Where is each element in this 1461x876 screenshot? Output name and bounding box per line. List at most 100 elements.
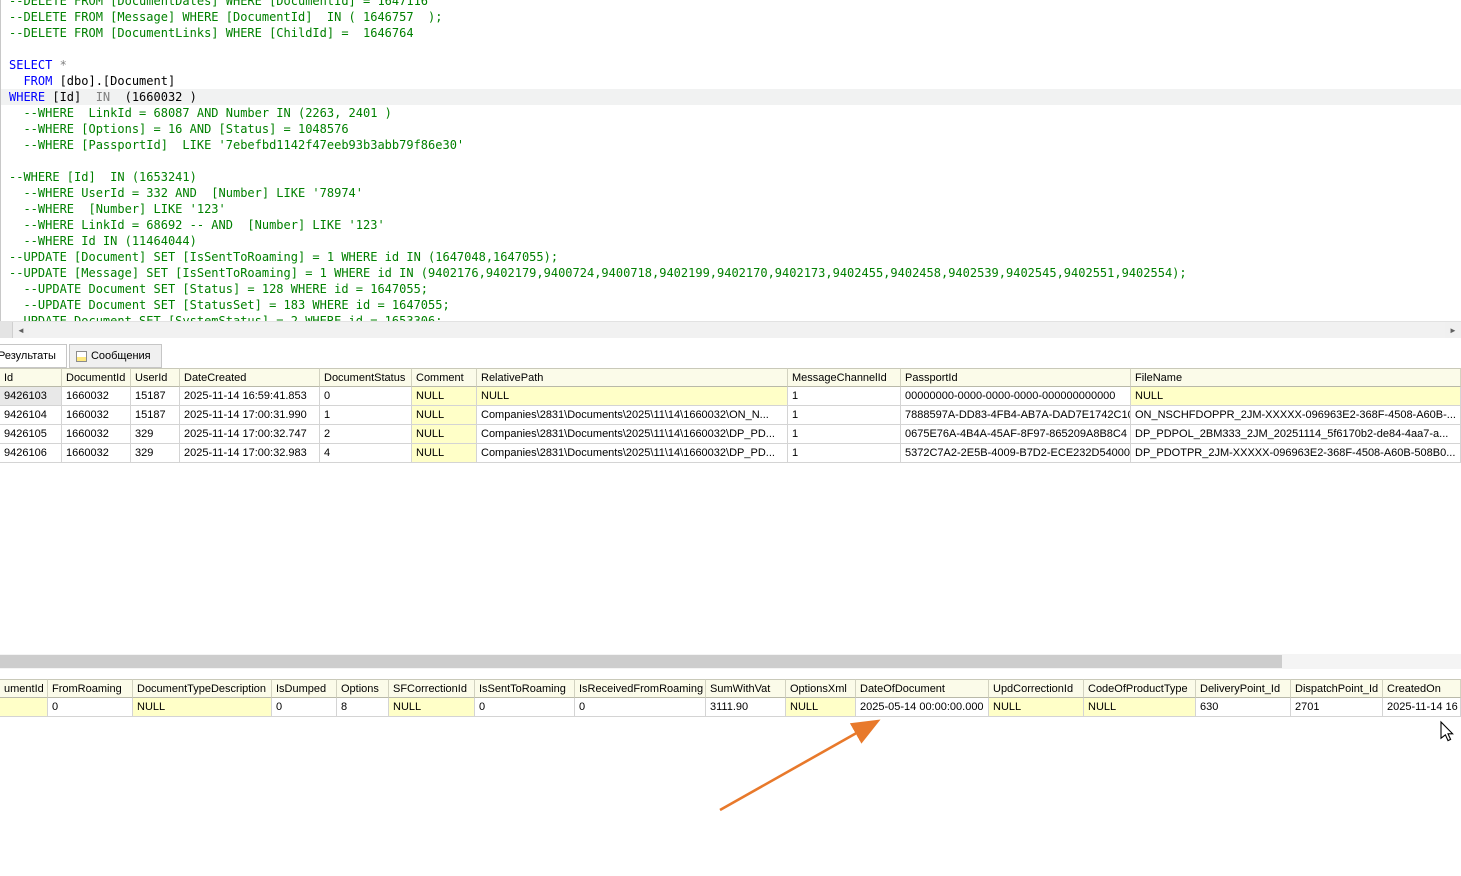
column-header-Options[interactable]: Options bbox=[337, 679, 389, 698]
table-cell[interactable]: 1660032 bbox=[62, 387, 131, 406]
scrollbar-thumb[interactable] bbox=[0, 655, 1282, 668]
column-header-CodeOfProductType[interactable]: CodeOfProductType bbox=[1084, 679, 1196, 698]
table-cell[interactable]: 9426106 bbox=[0, 444, 62, 463]
table-cell[interactable]: 9426104 bbox=[0, 406, 62, 425]
table-cell[interactable]: 1660032 bbox=[62, 425, 131, 444]
table-cell[interactable]: 0 bbox=[575, 698, 706, 717]
sql-editor-lines: --DELETE FROM [DocumentDates] WHERE [Doc… bbox=[1, 0, 1461, 321]
table-cell[interactable]: 0 bbox=[48, 698, 133, 717]
table-cell[interactable]: Companies\2831\Documents\2025\11\14\1660… bbox=[477, 406, 788, 425]
table-cell[interactable]: NULL bbox=[786, 698, 856, 717]
table-cell[interactable]: 15187 bbox=[131, 406, 180, 425]
scroll-right-button[interactable]: ► bbox=[1445, 322, 1461, 338]
column-header-OptionsXml[interactable]: OptionsXml bbox=[786, 679, 856, 698]
table-cell[interactable]: 1660032 bbox=[62, 406, 131, 425]
table-cell[interactable]: 9426105 bbox=[0, 425, 62, 444]
column-header-DocumentStatus[interactable]: DocumentStatus bbox=[320, 368, 412, 387]
table-cell[interactable]: 1 bbox=[320, 406, 412, 425]
editor-horizontal-scrollbar[interactable]: ◄ ► bbox=[0, 321, 1461, 338]
table-cell[interactable]: NULL bbox=[412, 444, 477, 463]
table-cell[interactable]: 8 bbox=[337, 698, 389, 717]
column-header-IsReceivedFromRoaming[interactable]: IsReceivedFromRoaming bbox=[575, 679, 706, 698]
column-header-PassportId[interactable]: PassportId bbox=[901, 368, 1131, 387]
table-cell[interactable]: 3111.90 bbox=[706, 698, 786, 717]
results-horizontal-scrollbar[interactable] bbox=[0, 654, 1461, 669]
table-cell[interactable]: NULL bbox=[389, 698, 475, 717]
column-header-FileName[interactable]: FileName bbox=[1131, 368, 1461, 387]
column-header-IsDumped[interactable]: IsDumped bbox=[272, 679, 337, 698]
table-cell[interactable]: 1 bbox=[788, 425, 901, 444]
table-cell[interactable]: 0675E76A-4B4A-45AF-8F97-865209A8B8C4 bbox=[901, 425, 1131, 444]
sql-line: --WHERE [PassportId] LIKE '7ebefbd1142f4… bbox=[9, 138, 465, 152]
table-cell[interactable]: ON_NSCHFDOPPR_2JM-XXXXX-096963E2-368F-45… bbox=[1131, 406, 1461, 425]
column-header-FromRoaming[interactable]: FromRoaming bbox=[48, 679, 133, 698]
table-cell[interactable]: 1 bbox=[788, 387, 901, 406]
table-cell[interactable]: NULL bbox=[1131, 387, 1461, 406]
table-cell[interactable]: 2025-11-14 17:00:31.990 bbox=[180, 406, 320, 425]
column-header-DateCreated[interactable]: DateCreated bbox=[180, 368, 320, 387]
table-cell[interactable]: 0 bbox=[475, 698, 575, 717]
table-cell[interactable]: 329 bbox=[131, 425, 180, 444]
table-cell[interactable]: Companies\2831\Documents\2025\11\14\1660… bbox=[477, 444, 788, 463]
column-header-CreatedOn[interactable]: CreatedOn bbox=[1383, 679, 1461, 698]
table-cell[interactable]: NULL bbox=[412, 387, 477, 406]
table-cell[interactable]: 2025-05-14 00:00:00.000 bbox=[856, 698, 989, 717]
scroll-left-button[interactable]: ◄ bbox=[13, 322, 29, 338]
column-header-MessageChannelId[interactable]: MessageChannelId bbox=[788, 368, 901, 387]
table-cell[interactable]: 2701 bbox=[1291, 698, 1383, 717]
table-cell[interactable]: 2025-11-14 17:00:32.747 bbox=[180, 425, 320, 444]
table-cell[interactable]: NULL bbox=[989, 698, 1084, 717]
table-cell[interactable]: 329 bbox=[131, 444, 180, 463]
column-header-RelativePath[interactable]: RelativePath bbox=[477, 368, 788, 387]
table-cell[interactable]: 2 bbox=[320, 425, 412, 444]
column-header-DeliveryPoint_Id[interactable]: DeliveryPoint_Id bbox=[1196, 679, 1291, 698]
editor-scrollbar-track[interactable] bbox=[29, 322, 1445, 338]
table-cell[interactable]: 0 bbox=[320, 387, 412, 406]
table-cell[interactable]: NULL bbox=[133, 698, 272, 717]
table-row: 9426104 1660032 15187 2025-11-14 17:00:31.9… bbox=[0, 406, 1461, 425]
table-cell[interactable]: 2025-11-14 16 bbox=[1383, 698, 1461, 717]
table-cell[interactable]: 2025-11-14 16:59:41.853 bbox=[180, 387, 320, 406]
table-cell[interactable]: NULL bbox=[1084, 698, 1196, 717]
column-header-umentId[interactable]: umentId bbox=[0, 679, 48, 698]
scrollbar-splitter[interactable] bbox=[0, 322, 13, 338]
table-cell[interactable]: 15187 bbox=[131, 387, 180, 406]
column-header-DocumentTypeDescription[interactable]: DocumentTypeDescription bbox=[133, 679, 272, 698]
table-row: 9426106 1660032 329 2025-11-14 17:00:32.983… bbox=[0, 444, 1461, 463]
table-cell[interactable]: 00000000-0000-0000-0000-000000000000 bbox=[901, 387, 1131, 406]
table-cell[interactable] bbox=[0, 698, 48, 717]
sql-line: --WHERE Id IN (11464044) bbox=[9, 234, 197, 248]
column-header-SFCorrectionId[interactable]: SFCorrectionId bbox=[389, 679, 475, 698]
table-cell[interactable]: Companies\2831\Documents\2025\11\14\1660… bbox=[477, 425, 788, 444]
column-header-UserId[interactable]: UserId bbox=[131, 368, 180, 387]
table-cell[interactable]: DP_PDPOL_2BM333_2JM_20251114_5f6170b2-de… bbox=[1131, 425, 1461, 444]
column-header-Id[interactable]: Id bbox=[0, 368, 62, 387]
table-cell[interactable]: 630 bbox=[1196, 698, 1291, 717]
column-header-DispatchPoint_Id[interactable]: DispatchPoint_Id bbox=[1291, 679, 1383, 698]
results-grid-top: Id DocumentId UserId DateCreated DocumentSta… bbox=[0, 368, 1461, 463]
column-header-DateOfDocument[interactable]: DateOfDocument bbox=[856, 679, 989, 698]
sql-editor[interactable]: --DELETE FROM [DocumentDates] WHERE [Doc… bbox=[0, 0, 1461, 321]
table-cell[interactable]: NULL bbox=[477, 387, 788, 406]
table-cell[interactable]: 9426103 bbox=[0, 387, 62, 406]
sql-line: FROM [dbo].[Document] bbox=[23, 74, 176, 88]
table-cell[interactable]: DP_PDOTPR_2JM-XXXXX-096963E2-368F-4508-A… bbox=[1131, 444, 1461, 463]
column-header-UpdCorrectionId[interactable]: UpdCorrectionId bbox=[989, 679, 1084, 698]
table-cell[interactable]: 0 bbox=[272, 698, 337, 717]
table-cell[interactable]: 5372C7A2-2E5B-4009-B7D2-ECE232D54000 bbox=[901, 444, 1131, 463]
column-header-DocumentId[interactable]: DocumentId bbox=[62, 368, 131, 387]
sql-line: --UPDATE [Message] SET [IsSentToRoaming]… bbox=[9, 266, 1187, 280]
column-header-IsSentToRoaming[interactable]: IsSentToRoaming bbox=[475, 679, 575, 698]
table-cell[interactable]: 1660032 bbox=[62, 444, 131, 463]
table-cell[interactable]: NULL bbox=[412, 406, 477, 425]
column-header-SumWithVat[interactable]: SumWithVat bbox=[706, 679, 786, 698]
tab-messages[interactable]: Сообщения bbox=[68, 344, 162, 368]
table-cell[interactable]: NULL bbox=[412, 425, 477, 444]
table-cell[interactable]: 1 bbox=[788, 406, 901, 425]
table-cell[interactable]: 2025-11-14 17:00:32.983 bbox=[180, 444, 320, 463]
table-cell[interactable]: 4 bbox=[320, 444, 412, 463]
tab-results[interactable]: Результаты bbox=[0, 344, 67, 368]
column-header-Comment[interactable]: Comment bbox=[412, 368, 477, 387]
table-cell[interactable]: 7888597A-DD83-4FB4-AB7A-DAD7E1742C10 bbox=[901, 406, 1131, 425]
table-cell[interactable]: 1 bbox=[788, 444, 901, 463]
